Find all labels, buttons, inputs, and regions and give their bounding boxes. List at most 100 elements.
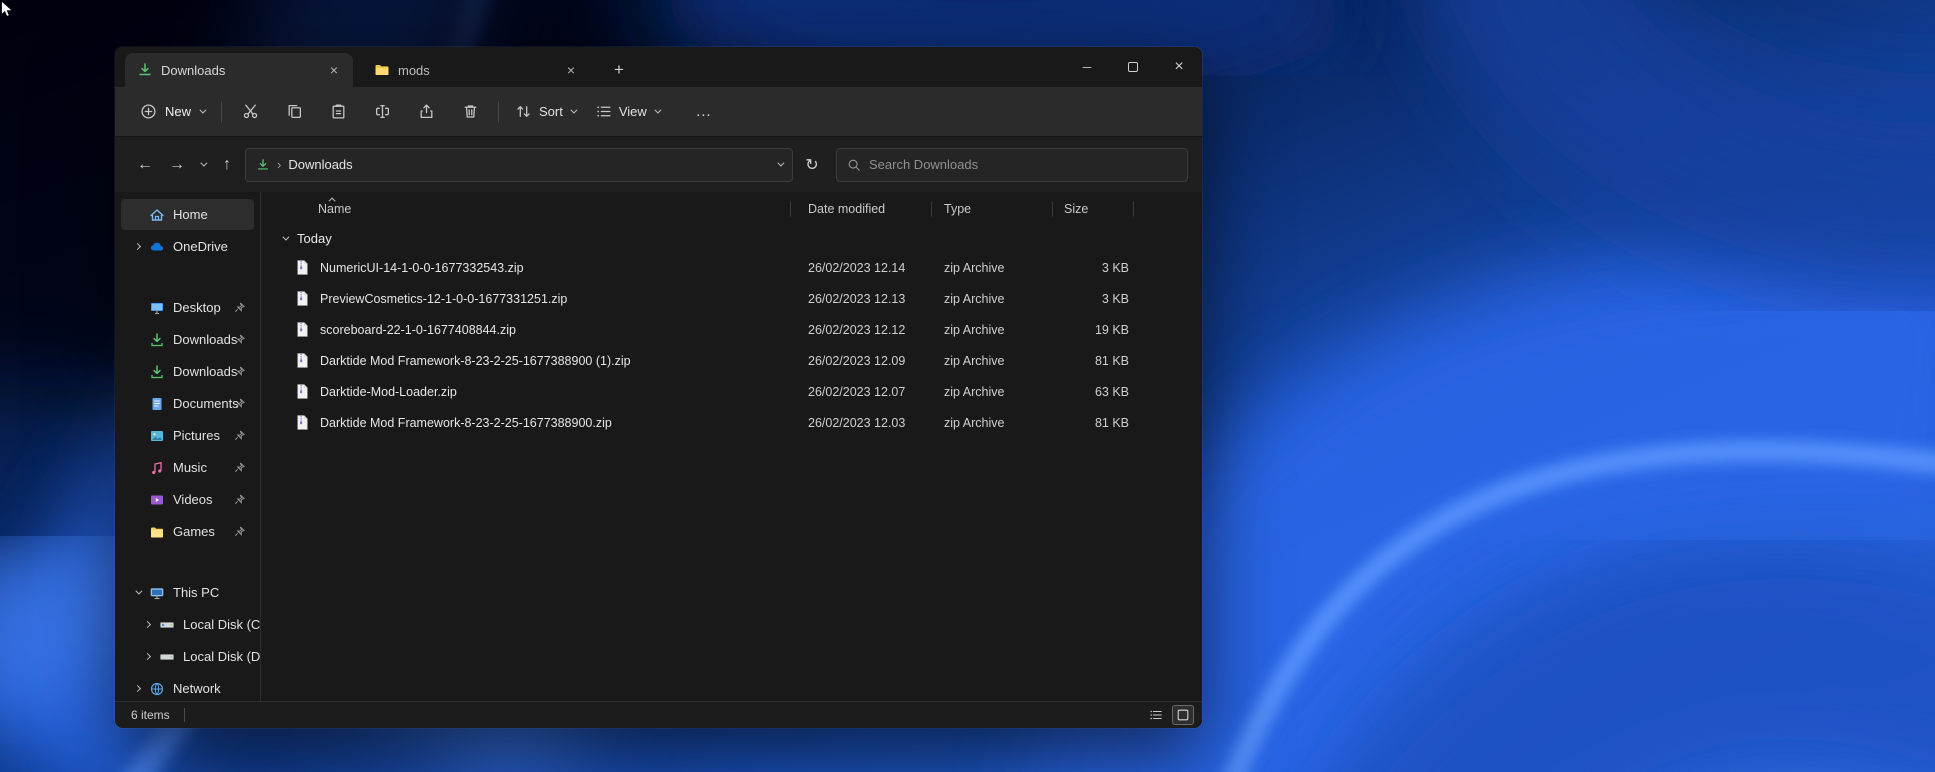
copy-icon — [288, 105, 301, 118]
breadcrumb-location[interactable]: Downloads — [288, 157, 352, 172]
file-explorer-window: Downloads × mods × + ─ × New Sort View …… — [115, 47, 1202, 728]
file-date-modified: 26/02/2023 12.14 — [808, 260, 906, 275]
downloads-icon — [149, 364, 165, 380]
sort-button[interactable]: Sort — [505, 95, 585, 129]
file-row[interactable]: PreviewCosmetics-12-1-0-0-1677331251.zip… — [261, 283, 1192, 314]
sidebar-item-network[interactable]: Network — [121, 673, 254, 701]
chevron-right-icon[interactable] — [131, 684, 143, 693]
file-type: zip Archive — [944, 353, 1005, 368]
search-icon — [848, 159, 860, 171]
tab-close-icon[interactable]: × — [560, 59, 582, 81]
maximize-button[interactable] — [1110, 47, 1156, 87]
chevron-right-icon[interactable] — [141, 652, 153, 661]
zip-archive-icon — [297, 415, 308, 430]
disk-drive-d-icon — [159, 649, 175, 665]
delete-button[interactable] — [448, 95, 492, 129]
sidebar-item-pictures[interactable]: Pictures — [121, 420, 254, 451]
new-button[interactable]: New — [129, 95, 215, 129]
sidebar-item-home[interactable]: Home — [121, 199, 254, 230]
file-size: 19 KB — [1094, 322, 1129, 337]
file-row[interactable]: Darktide Mod Framework-8-23-2-25-1677388… — [261, 345, 1192, 376]
new-label: New — [165, 104, 192, 119]
sidebar-item-onedrive[interactable]: OneDrive — [121, 231, 254, 262]
status-bar: 6 items — [115, 701, 1202, 728]
refresh-button[interactable]: ↻ — [796, 149, 828, 181]
address-dropdown-icon[interactable] — [777, 159, 785, 167]
sidebar-item-label: Videos — [173, 492, 213, 507]
sidebar-item-documents[interactable]: Documents — [121, 388, 254, 419]
column-header-type[interactable]: Type — [932, 194, 1053, 224]
sidebar-item-local-disk-c[interactable]: Local Disk (C:) — [121, 609, 260, 640]
tab-close-icon[interactable]: × — [323, 59, 345, 81]
paste-button[interactable] — [316, 95, 360, 129]
close-button[interactable]: × — [1156, 47, 1202, 87]
file-name-cell: scoreboard-22-1-0-1677408844.zip — [261, 321, 791, 338]
tab-label: Downloads — [161, 62, 226, 78]
up-button[interactable]: ↑ — [211, 149, 243, 181]
file-type: zip Archive — [944, 291, 1005, 306]
sidebar-item-local-disk-d[interactable]: Local Disk (D:) — [121, 641, 260, 672]
share-button[interactable] — [404, 95, 448, 129]
maximize-icon — [1128, 62, 1138, 72]
file-name-cell: Darktide Mod Framework-8-23-2-25-1677388… — [261, 352, 791, 369]
column-headers: Name Date modified Type Size — [261, 194, 1192, 224]
file-size: 81 KB — [1094, 353, 1129, 368]
tab-mods[interactable]: mods × — [362, 53, 590, 87]
sidebar-item-label: Network — [173, 681, 221, 696]
group-collapse-icon[interactable] — [282, 233, 290, 241]
file-name-cell: NumericUI-14-1-0-0-1677332543.zip — [261, 259, 791, 276]
minimize-button[interactable]: ─ — [1064, 47, 1110, 87]
sidebar-item-label: Local Disk (C:) — [183, 617, 261, 632]
sidebar-item-downloads-2[interactable]: Downloads — [121, 356, 254, 387]
column-header-date-modified[interactable]: Date modified — [791, 194, 932, 224]
zip-archive-icon — [297, 353, 308, 368]
window-body: Home OneDrive Desktop Downloads Download… — [115, 192, 1202, 701]
view-button[interactable]: View — [585, 95, 669, 129]
sidebar-item-desktop[interactable]: Desktop — [121, 292, 254, 323]
chevron-down-icon — [199, 106, 207, 114]
chevron-right-icon[interactable] — [131, 242, 143, 251]
file-name: Darktide Mod Framework-8-23-2-25-1677388… — [320, 353, 631, 368]
large-icons-view-button[interactable] — [1172, 705, 1194, 725]
new-tab-button[interactable]: + — [604, 55, 634, 85]
group-header-today[interactable]: Today — [261, 224, 1202, 252]
file-size: 81 KB — [1094, 415, 1129, 430]
rename-button[interactable] — [360, 95, 404, 129]
sidebar-item-downloads[interactable]: Downloads — [121, 324, 254, 355]
toolbar-divider — [221, 100, 223, 123]
empty-area[interactable] — [261, 438, 1202, 701]
copy-button[interactable] — [272, 95, 316, 129]
tab-downloads[interactable]: Downloads × — [125, 53, 353, 87]
recent-locations-button[interactable] — [193, 149, 211, 181]
column-header-size[interactable]: Size — [1053, 194, 1134, 224]
chevron-down-icon — [199, 159, 207, 167]
more-options-button[interactable]: … — [687, 95, 721, 129]
file-name-cell: Darktide-Mod-Loader.zip — [261, 383, 791, 400]
pictures-icon — [149, 428, 165, 444]
sidebar-item-videos[interactable]: Videos — [121, 484, 254, 515]
file-row[interactable]: NumericUI-14-1-0-0-1677332543.zip 26/02/… — [261, 252, 1192, 283]
zip-archive-icon — [297, 322, 308, 337]
new-plus-icon — [141, 104, 156, 119]
sidebar-item-this-pc[interactable]: This PC — [121, 577, 254, 608]
sidebar-item-games[interactable]: Games — [121, 516, 254, 547]
file-row[interactable]: scoreboard-22-1-0-1677408844.zip 26/02/2… — [261, 314, 1192, 345]
sidebar-item-label: This PC — [173, 585, 220, 600]
details-view-button[interactable] — [1145, 705, 1167, 725]
search-input[interactable] — [869, 157, 1177, 172]
cut-button[interactable] — [228, 95, 272, 129]
file-date-modified: 26/02/2023 12.07 — [808, 384, 906, 399]
file-date-modified: 26/02/2023 12.03 — [808, 415, 906, 430]
chevron-down-icon[interactable] — [131, 587, 143, 595]
sidebar-item-music[interactable]: Music — [121, 452, 254, 483]
sidebar-item-label: Music — [173, 460, 207, 475]
chevron-right-icon[interactable] — [141, 620, 153, 629]
file-row[interactable]: Darktide-Mod-Loader.zip 26/02/2023 12.07… — [261, 376, 1192, 407]
column-header-name[interactable]: Name — [261, 194, 791, 224]
pin-icon — [234, 301, 246, 316]
forward-button[interactable]: → — [161, 149, 193, 181]
pin-icon — [234, 397, 246, 412]
back-button[interactable]: ← — [129, 149, 161, 181]
file-row[interactable]: Darktide Mod Framework-8-23-2-25-1677388… — [261, 407, 1192, 438]
address-bar[interactable]: › Downloads — [245, 147, 793, 182]
